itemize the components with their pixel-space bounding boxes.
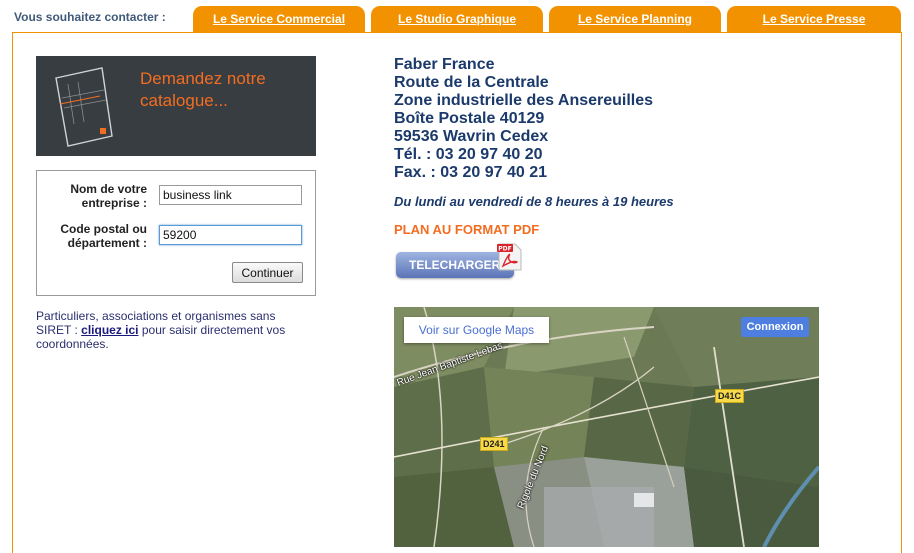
catalogue-form: Nom de votre entreprise : Code postal ou… xyxy=(36,170,316,296)
tab-studio-graphique[interactable]: Le Studio Graphique xyxy=(371,6,543,32)
catalogue-banner-text: Demandez notre catalogue... xyxy=(140,69,266,110)
postal-label: Code postal ou département : xyxy=(60,222,147,250)
satellite-imagery xyxy=(394,307,819,547)
click-here-link[interactable]: cliquez ici xyxy=(81,323,138,337)
road-badge-d41c: D41C xyxy=(715,389,745,403)
view-on-google-maps-link[interactable]: Voir sur Google Maps xyxy=(404,317,549,343)
catalogue-banner[interactable]: Demandez notre catalogue... xyxy=(36,56,316,156)
road-badge-d241: D241 xyxy=(480,437,508,451)
address-line: Boîte Postale 40129 xyxy=(394,110,545,127)
address-line: Route de la Centrale xyxy=(394,74,549,91)
tab-service-planning[interactable]: Le Service Planning xyxy=(549,6,721,32)
address-line: Zone industrielle des Ansereuilles xyxy=(394,92,654,109)
address-line: 59536 Wavrin Cedex xyxy=(394,128,549,145)
company-input[interactable] xyxy=(159,185,302,205)
fax-line: Fax. : 03 20 97 40 21 xyxy=(394,164,547,181)
google-map[interactable]: Voir sur Google Maps Connexion D41C D241… xyxy=(394,307,819,547)
tab-service-commercial[interactable]: Le Service Commercial xyxy=(193,6,365,32)
svg-text:PDF: PDF xyxy=(498,246,511,253)
phone-line: Tél. : 03 20 97 40 20 xyxy=(394,146,543,163)
address-line: Faber France xyxy=(394,56,495,73)
map-login-button[interactable]: Connexion xyxy=(741,317,809,337)
contact-label: Vous souhaitez contacter : xyxy=(14,10,166,24)
opening-hours: Du lundi au vendredi de 8 heures à 19 he… xyxy=(394,194,674,209)
catalogue-book-icon xyxy=(55,67,113,147)
pdf-icon[interactable]: PDF xyxy=(497,242,523,272)
postal-input[interactable] xyxy=(159,225,302,245)
continue-button[interactable]: Continuer xyxy=(232,262,303,283)
tab-service-presse[interactable]: Le Service Presse xyxy=(727,6,901,32)
download-button-label: TELECHARGER xyxy=(409,258,501,272)
plan-pdf-heading: PLAN AU FORMAT PDF xyxy=(394,222,540,237)
individuals-note: Particuliers, associations et organismes… xyxy=(36,309,306,351)
company-label: Nom de votre entreprise : xyxy=(70,182,147,210)
company-address: Faber France Route de la Centrale Zone i… xyxy=(394,56,653,182)
